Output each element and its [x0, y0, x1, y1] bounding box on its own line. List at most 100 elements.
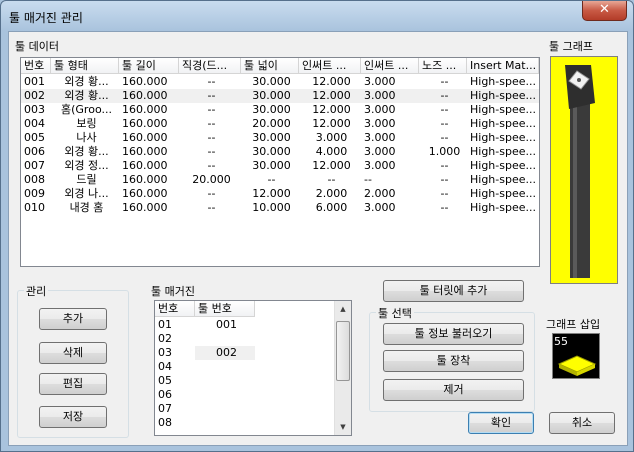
tool-cell: 004: [24, 117, 45, 130]
tool-row[interactable]: 005 나사 160.000 -- 30.000 3.000 3.000 -- High-spe…: [21, 131, 539, 145]
tool-column-header[interactable]: 번호: [21, 58, 51, 74]
load-tool-info-button[interactable]: 툴 정보 불러오기: [383, 323, 524, 345]
magazine-column-header[interactable]: 번호: [155, 301, 195, 317]
tool-column-header[interactable]: 툴 길이: [119, 58, 179, 74]
tool-row[interactable]: 007 외경 정... 160.000 -- 30.000 12.000 3.000 -- Hi…: [21, 159, 539, 173]
tool-cell: 160.000: [122, 131, 168, 144]
tool-cell: 30.000: [252, 103, 291, 116]
magazine-scrollbar[interactable]: ▲ ▼: [334, 301, 351, 435]
tool-cell: 160.000: [122, 201, 168, 214]
tool-cell: 002: [24, 89, 45, 102]
tool-cell: 160.000: [122, 75, 168, 88]
tool-cell: 3.000: [364, 117, 396, 130]
magazine-cell: 08: [158, 416, 172, 429]
tool-row[interactable]: 006 외경 황... 160.000 -- 30.000 4.000 3.000 1.000…: [21, 145, 539, 159]
mount-tool-button[interactable]: 툴 장착: [383, 350, 524, 372]
tool-cell: --: [440, 103, 449, 116]
tool-cell: 3.000: [364, 201, 396, 214]
tool-cell: 160.000: [122, 159, 168, 172]
magazine-cell: 01: [158, 318, 172, 331]
tool-cell: 1.000: [428, 145, 461, 158]
tool-cell: --: [207, 201, 216, 214]
tool-data-label: 툴 데이터: [15, 40, 59, 53]
add-button[interactable]: 추가: [39, 308, 107, 330]
edit-button[interactable]: 편집: [39, 373, 107, 395]
magazine-row[interactable]: 06: [155, 388, 255, 402]
magazine-row[interactable]: 07: [155, 402, 255, 416]
close-button[interactable]: ✕: [582, 1, 627, 21]
tool-row[interactable]: 004 보링 160.000 -- 20.000 12.000 3.000 -- High-sp…: [21, 117, 539, 131]
window-title: 툴 매거진 관리: [9, 11, 83, 25]
tool-cell: --: [440, 131, 449, 144]
tool-column-header[interactable]: 인써트 ...: [361, 58, 419, 74]
insert-thumbnail[interactable]: 55: [552, 333, 600, 379]
magazine-row[interactable]: 02: [155, 332, 255, 346]
tool-cell: High-spee...: [470, 159, 536, 172]
cancel-button[interactable]: 취소: [549, 412, 615, 434]
insert-shape-icon: [557, 355, 597, 376]
tool-cell: 30.000: [252, 145, 291, 158]
tool-cell: 20.000: [252, 117, 291, 130]
tool-cell: --: [267, 173, 276, 186]
tool-cell: 160.000: [122, 173, 168, 186]
tool-cell: --: [207, 103, 216, 116]
tool-row[interactable]: 002 외경 황... 160.000 -- 30.000 12.000 3.000 -- Hi…: [21, 89, 539, 103]
magazine-cell: [195, 374, 255, 388]
magazine-row[interactable]: 08: [155, 416, 255, 430]
tool-cell: 12.000: [252, 187, 291, 200]
ok-button[interactable]: 확인: [468, 412, 534, 434]
tool-column-header[interactable]: 노즈 ...: [419, 58, 467, 74]
tool-cell: --: [207, 89, 216, 102]
tool-cell: High-spee...: [470, 131, 536, 144]
tool-column-header[interactable]: 툴 넓이: [241, 58, 299, 74]
tool-cell: --: [327, 173, 336, 186]
tool-cell: 3.000: [364, 159, 396, 172]
magazine-row[interactable]: 04: [155, 360, 255, 374]
magazine-row[interactable]: 01 001: [155, 318, 255, 332]
tool-column-header[interactable]: 툴 형태: [51, 58, 119, 74]
tool-row[interactable]: 010 내경 홈 160.000 -- 10.000 6.000 3.000 -- High-s…: [21, 201, 539, 215]
tool-cell: 나사: [76, 131, 97, 144]
tool-cell: --: [207, 145, 216, 158]
title-bar[interactable]: 툴 매거진 관리 ✕: [1, 1, 633, 31]
tool-cell: --: [440, 173, 449, 186]
tool-cell: --: [207, 131, 216, 144]
tool-cell: 10.000: [252, 201, 291, 214]
magazine-list[interactable]: 번호 툴 번호 01 001 02 03 002 04 05 06 07 08 ▲ ▼: [154, 300, 352, 436]
scrollbar-thumb[interactable]: [336, 321, 350, 381]
tool-graph-label: 툴 그래프: [549, 40, 593, 53]
magazine-cell: [195, 332, 255, 346]
magazine-row[interactable]: 05: [155, 374, 255, 388]
tool-column-header[interactable]: Insert Mat...: [467, 58, 539, 74]
tool-column-header[interactable]: 직경(드...: [179, 58, 241, 74]
tool-data-list[interactable]: 번호 툴 형태 툴 길이 직경(드... 툴 넓이 인써트 ... 인써트 ... 노즈 ..…: [20, 57, 540, 267]
tool-cell: 006: [24, 145, 45, 158]
scroll-down-arrow-icon[interactable]: ▼: [335, 419, 351, 435]
dialog-client-area: 툴 데이터 번호 툴 형태 툴 길이 직경(드... 툴 넓이 인써트 ... 인써트 ..…: [8, 31, 628, 446]
magazine-cell: [195, 402, 255, 416]
tool-cell: --: [440, 89, 449, 102]
tool-cell: 003: [24, 103, 45, 116]
tool-row[interactable]: 001 외경 황... 160.000 -- 30.000 12.000 3.000 -- Hi…: [21, 75, 539, 89]
tool-cell: 홈(Groo...: [61, 103, 112, 116]
tool-cell: 160.000: [122, 145, 168, 158]
tool-column-header[interactable]: 인써트 ...: [299, 58, 361, 74]
graph-insert-label: 그래프 삽입: [546, 318, 601, 331]
magazine-row[interactable]: 03 002: [155, 346, 255, 360]
add-to-turret-button[interactable]: 툴 터릿에 추가: [383, 280, 524, 302]
tool-cell: --: [207, 75, 216, 88]
tool-row[interactable]: 008 드릴 160.000 20.000 -- -- -- -- High-spee...: [21, 173, 539, 187]
delete-button[interactable]: 삭제: [39, 342, 107, 364]
tool-cell: --: [440, 117, 449, 130]
tool-select-label: 툴 선택: [376, 305, 414, 321]
save-button[interactable]: 저장: [39, 406, 107, 428]
scroll-up-arrow-icon[interactable]: ▲: [335, 301, 351, 317]
magazine-column-header[interactable]: 툴 번호: [195, 301, 255, 317]
tool-cell: 007: [24, 159, 45, 172]
tool-row[interactable]: 003 홈(Groo... 160.000 -- 30.000 12.000 3.000 --…: [21, 103, 539, 117]
tool-cell: 010: [24, 201, 45, 214]
remove-tool-button[interactable]: 제거: [383, 379, 524, 401]
tool-cell: 005: [24, 131, 45, 144]
tool-cell: 3.000: [364, 131, 396, 144]
tool-row[interactable]: 009 외경 나... 160.000 -- 12.000 2.000 2.000 -- Hig…: [21, 187, 539, 201]
